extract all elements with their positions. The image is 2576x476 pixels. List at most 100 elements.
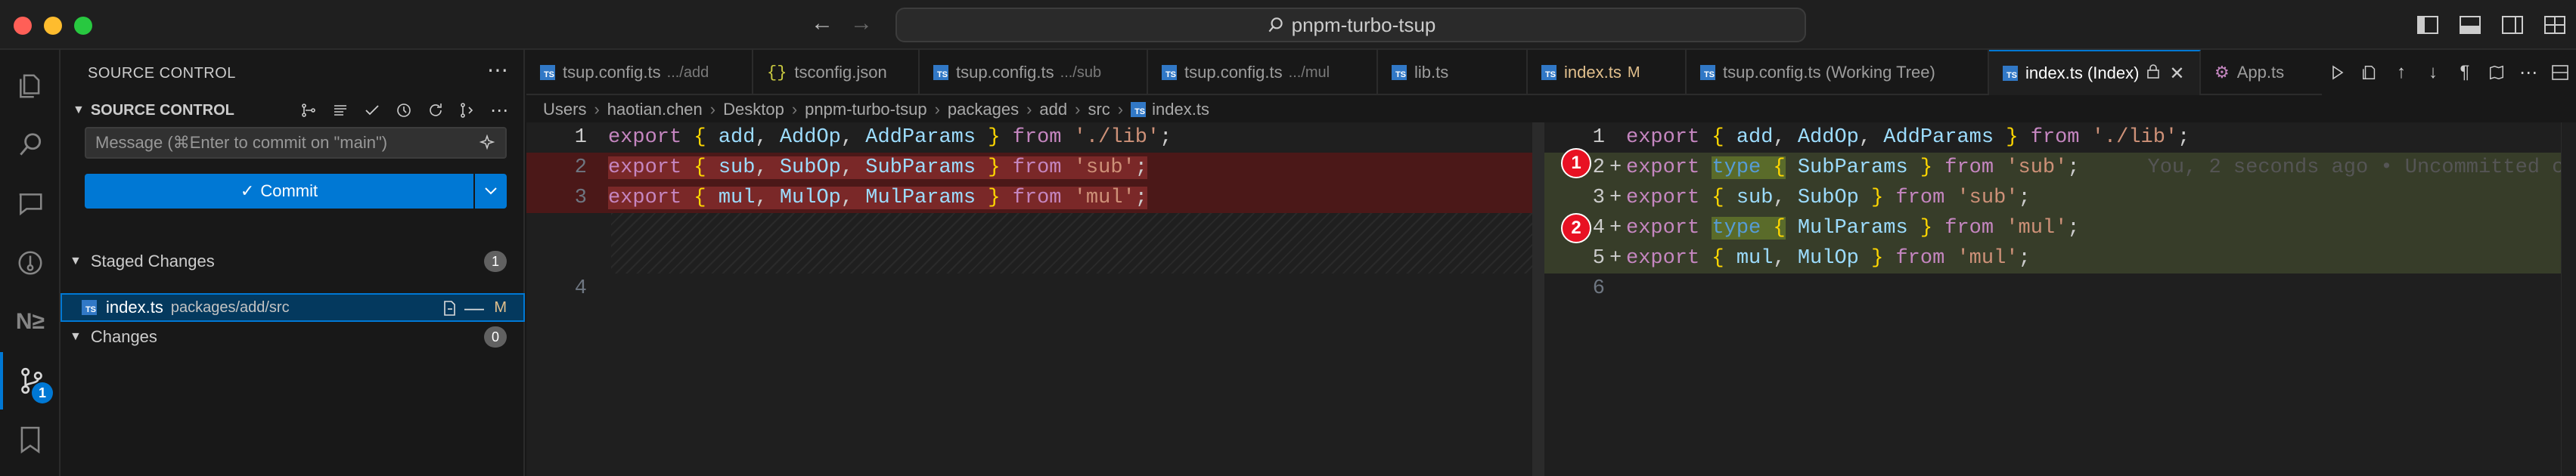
chevron-right-icon: ›: [791, 100, 798, 119]
diff-editor-original[interactable]: 1 export { add, AddOp, AddParams } from …: [526, 122, 1543, 476]
typescript-file-icon: TS: [1392, 65, 1407, 80]
tab-index-ts-index[interactable]: TS index.ts (Index) ✕: [1989, 50, 2201, 95]
explorer-icon[interactable]: [0, 57, 61, 115]
chevron-down-icon: [485, 187, 497, 195]
chevron-down-icon: ▼: [70, 330, 82, 343]
check-icon[interactable]: [358, 97, 386, 124]
diff-editor-sash[interactable]: [1532, 122, 1544, 476]
chevron-right-icon: ›: [1075, 100, 1081, 119]
code-content: export { mul, MulOp, MulParams } from 'm…: [608, 187, 1147, 209]
breadcrumb: Users › haotian.chen › Desktop › pnpm-turbo…: [543, 97, 1209, 122]
map-icon[interactable]: [2481, 50, 2512, 95]
chevron-right-icon: ›: [1026, 100, 1032, 119]
breadcrumb-item[interactable]: src: [1088, 100, 1110, 119]
staged-file-row[interactable]: TS index.ts packages/add/src — M: [61, 293, 525, 322]
sidebar-header: SOURCE CONTROL: [88, 65, 236, 82]
diff-placeholder-area: [611, 213, 1541, 274]
nx-icon[interactable]: N≥: [0, 293, 61, 351]
code-content: export { sub, SubOp } from 'sub';: [1626, 187, 2031, 209]
breadcrumb-item[interactable]: Desktop: [723, 100, 784, 119]
commit-dropdown-button[interactable]: [475, 174, 507, 209]
tab-label: lib.ts: [1414, 63, 1449, 82]
chevron-right-icon: ›: [1117, 100, 1124, 119]
breadcrumb-item[interactable]: Users: [543, 100, 586, 119]
line-number: 5: [1592, 247, 1605, 270]
tab-tsup-config-sub[interactable]: TS tsup.config.ts .../sub: [920, 50, 1148, 95]
tab-label: App.ts: [2236, 63, 2285, 82]
activity-bar: N≥ 1: [0, 50, 61, 476]
search-icon[interactable]: [0, 116, 61, 174]
tab-tsconfig-json[interactable]: {} tsconfig.json: [753, 50, 920, 95]
minimize-window-button[interactable]: [44, 17, 62, 35]
command-center-search[interactable]: pnpm-turbo-tsup: [895, 8, 1806, 42]
breadcrumb-item[interactable]: index.ts: [1152, 100, 1209, 119]
git-blame-annotation: You, 2 seconds ago • Uncommitted c: [2147, 156, 2565, 179]
breadcrumb-item[interactable]: packages: [948, 100, 1019, 119]
checkmark-icon: ✓: [240, 181, 255, 200]
source-control-badge: 1: [32, 382, 53, 403]
toggle-panel-icon[interactable]: [2449, 0, 2491, 50]
list-view-icon[interactable]: [327, 97, 354, 124]
chevron-right-icon: ›: [934, 100, 940, 119]
changes-group[interactable]: ▼ Changes 0: [61, 323, 525, 351]
line-number: 3: [1592, 187, 1605, 209]
tab-index-ts-modified[interactable]: TS index.ts M: [1528, 50, 1687, 95]
editor-scrollbar[interactable]: [2561, 122, 2576, 476]
deleted-code-line: 3 export { mul, MulOp, MulParams } from …: [526, 183, 1543, 213]
tab-label: tsup.config.ts: [1184, 63, 1283, 82]
refresh-icon[interactable]: [422, 97, 449, 124]
tab-tsup-config-working-tree[interactable]: TS tsup.config.ts (Working Tree): [1687, 50, 1989, 95]
staged-file-path: packages/add/src: [170, 298, 290, 316]
pilcrow-icon[interactable]: ¶: [2449, 50, 2481, 95]
tab-label: tsup.config.ts: [563, 63, 661, 82]
toggle-primary-sidebar-icon[interactable]: [2407, 0, 2449, 50]
search-icon: [1268, 17, 1283, 32]
arrow-down-icon[interactable]: ↓: [2417, 50, 2449, 95]
added-code-line: 4 + export type { MulParams } from 'mul';: [1544, 213, 2576, 243]
gitlens-icon[interactable]: [0, 234, 61, 292]
unstage-icon[interactable]: —: [464, 296, 484, 320]
more-actions-icon[interactable]: ⋯: [486, 97, 513, 124]
tab-tsup-config-add[interactable]: TS tsup.config.ts .../add: [526, 50, 753, 95]
tab-label: index.ts: [1564, 63, 1622, 82]
breadcrumb-item[interactable]: add: [1039, 100, 1067, 119]
tab-tsup-config-mul[interactable]: TS tsup.config.ts .../mul: [1148, 50, 1378, 95]
toggle-secondary-sidebar-icon[interactable]: [2491, 0, 2534, 50]
back-arrow-icon[interactable]: ←: [811, 11, 833, 36]
chevron-right-icon: ›: [594, 100, 600, 119]
split-editor-icon[interactable]: [2544, 50, 2576, 95]
open-file-icon[interactable]: [440, 299, 458, 321]
arrow-up-icon[interactable]: ↑: [2385, 50, 2417, 95]
close-window-button[interactable]: [14, 17, 32, 35]
branch-compare-icon[interactable]: [454, 97, 481, 124]
bookmarks-icon[interactable]: [0, 411, 61, 468]
tab-lib-ts[interactable]: TS lib.ts: [1378, 50, 1528, 95]
staged-file-name: index.ts: [106, 298, 163, 317]
code-line: 6: [1544, 274, 2576, 304]
lock-icon: [2146, 63, 2160, 83]
changes-count-badge: 0: [484, 326, 507, 348]
graph-icon[interactable]: [295, 97, 322, 124]
tab-app-ts[interactable]: ⚙ App.ts: [2201, 50, 2307, 95]
staged-count-badge: 1: [484, 251, 507, 272]
line-number: 1: [1592, 126, 1605, 149]
more-actions-icon[interactable]: ⋯: [2512, 50, 2544, 95]
close-tab-icon[interactable]: ✕: [2169, 63, 2184, 85]
breadcrumb-item[interactable]: haotian.chen: [607, 100, 703, 119]
open-file-icon[interactable]: [2354, 50, 2385, 95]
customize-layout-icon[interactable]: [2534, 0, 2576, 50]
diff-editor-modified[interactable]: 1 export { add, AddOp, AddParams } from …: [1544, 122, 2576, 476]
source-control-icon[interactable]: 1: [0, 352, 61, 410]
chat-icon[interactable]: [0, 175, 61, 233]
sparkle-icon[interactable]: [478, 134, 496, 157]
commit-button[interactable]: ✓ Commit: [85, 174, 473, 209]
history-icon[interactable]: [390, 97, 417, 124]
maximize-window-button[interactable]: [74, 17, 92, 35]
forward-arrow-icon[interactable]: →: [850, 11, 873, 36]
sidebar-more-icon[interactable]: ⋯: [487, 57, 508, 82]
breadcrumb-item[interactable]: pnpm-turbo-tsup: [805, 100, 926, 119]
commit-message-input[interactable]: Message (⌘Enter to commit on "main"): [85, 127, 507, 159]
run-icon[interactable]: [2322, 50, 2354, 95]
staged-changes-group[interactable]: ▼ Staged Changes 1: [61, 248, 525, 275]
annotation-marker: 1: [1561, 148, 1591, 178]
